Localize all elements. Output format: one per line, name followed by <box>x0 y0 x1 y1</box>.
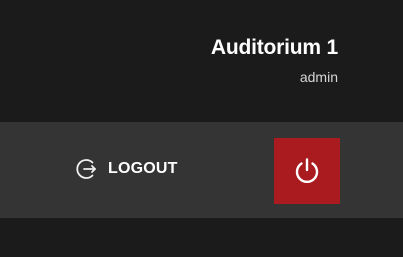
user-name: admin <box>299 69 338 85</box>
user-panel: Auditorium 1 admin LOGOUT <box>0 0 403 257</box>
panel-footer <box>0 218 403 257</box>
logout-icon <box>73 156 99 182</box>
panel-header: Auditorium 1 admin <box>0 0 403 122</box>
logout-button[interactable]: LOGOUT <box>73 152 178 186</box>
power-button[interactable] <box>274 138 340 204</box>
power-icon <box>292 156 322 186</box>
room-title: Auditorium 1 <box>210 36 338 59</box>
actions-bar: LOGOUT <box>0 122 403 218</box>
logout-label: LOGOUT <box>108 160 178 177</box>
